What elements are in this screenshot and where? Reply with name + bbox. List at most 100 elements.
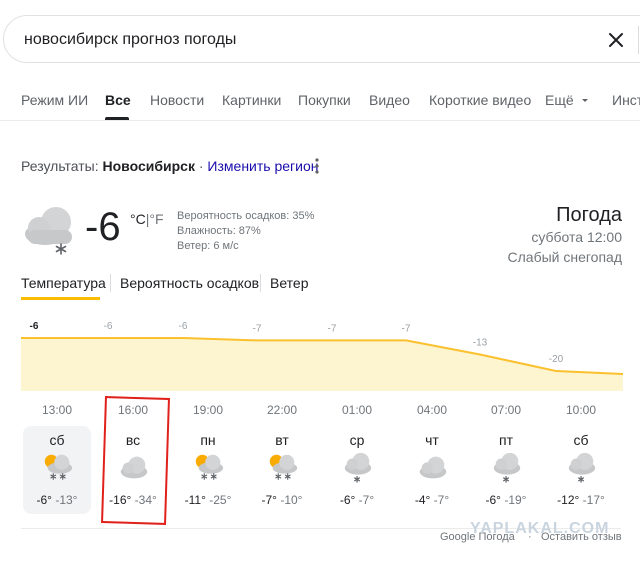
day-low: -7° [433,493,450,507]
tab-more-label: Ещё [545,92,574,108]
day-forecast-card[interactable]: сб -12° -17° [547,426,615,514]
unit-fahrenheit[interactable]: °F [149,211,163,227]
annotation-box [101,396,170,525]
wind: Ветер: 6 м/с [177,240,239,252]
day-name: чт [425,432,439,448]
precipitation-probability: Вероятность осадков: 35% [177,210,315,222]
cloud-snow-icon [568,452,596,483]
weather-title: Погода [556,204,622,226]
humidity: Влажность: 87% [177,225,261,237]
chart-value-label: -6 [30,321,39,332]
weather-details: Вероятность осадков: 35% Влажность: 87% … [177,209,314,254]
day-temps: -7° -10° [248,493,316,507]
chart-time-label: 10:00 [565,403,597,417]
results-prefix: Результаты: [21,158,99,174]
day-temps: -6° -19° [472,493,540,507]
results-separator: · [194,158,208,174]
day-forecast-card[interactable]: вт -7° -10° [248,426,316,514]
day-high: -6° [339,493,356,507]
chart-value-label: -13 [473,338,488,349]
metric-tabs: Температура Вероятность осадков Ветер [0,272,640,302]
tab-shopping[interactable]: Покупки [298,92,351,108]
tab-short-video[interactable]: Короткие видео [429,92,531,108]
weather-summary: Погода суббота 12:00 Слабый снегопад [508,204,623,267]
weather-time: суббота 12:00 [531,229,622,245]
day-forecast-card[interactable]: чт -4° -7° [398,426,466,514]
search-input[interactable]: новосибирск прогноз погоды [24,31,236,49]
chart-value-label: -7 [402,323,411,334]
close-icon[interactable] [605,29,627,51]
tab-temperature[interactable]: Температура [21,275,106,291]
day-temps: -11° -25° [174,493,242,507]
tab-more[interactable]: Ещё [545,92,590,108]
day-high: -6° [36,493,52,507]
day-low: -10° [280,493,303,507]
metric-tab-active-indicator [21,297,100,300]
weather-condition: Слабый снегопад [507,249,623,265]
chart-time-label: 01:00 [341,403,373,417]
chart-time-label: 19:00 [192,403,224,417]
results-location: Результаты: Новосибирск · Изменить регио… [21,158,318,174]
tab-images[interactable]: Картинки [222,92,281,108]
sun-cloud-snow-icon [44,454,73,480]
chevron-down-icon [581,99,588,102]
day-name: сб [49,432,65,448]
metric-tab-separator [260,274,261,292]
chart-value-label: -6 [179,321,188,332]
cloud-snow-icon [344,452,372,483]
day-name: ср [349,432,365,448]
search-tabs: Режим ИИ Все Новости Картинки Покупки Ви… [0,88,640,120]
tab-precipitation[interactable]: Вероятность осадков [120,275,259,291]
unit-toggle: °C|°F [130,211,164,227]
change-region-link[interactable]: Изменить регион [207,158,318,174]
search-divider [638,26,639,54]
chart-value-label: -20 [549,354,564,365]
day-name: вт [275,432,289,448]
day-name: сб [573,432,589,448]
results-city: Новосибирск [102,158,195,174]
day-high: -12° [557,493,580,507]
tab-wind[interactable]: Ветер [270,275,309,291]
day-low: -17° [582,493,605,507]
more-options-icon[interactable] [312,157,322,175]
day-forecast-card[interactable]: сб -6° -13° [23,426,91,514]
chart-time-label: 07:00 [490,403,522,417]
day-low: -25° [209,493,232,507]
day-temps: -6° -13° [23,493,91,507]
day-high: -11° [184,493,206,507]
metric-tab-separator [110,274,111,292]
sun-cloud-snow-icon [195,454,224,480]
tab-video[interactable]: Видео [369,92,410,108]
tabs-divider [0,120,640,121]
cloud-icon [419,456,447,479]
chart-time-label: 13:00 [41,403,73,417]
chart-time-label: 22:00 [266,403,298,417]
search-bar[interactable]: новосибирск прогноз погоды [3,15,640,63]
day-temps: -4° -7° [398,493,466,507]
day-low: -7° [358,493,375,507]
day-temps: -12° -17° [547,493,615,507]
temperature-chart: -6 -6 -6 -7 -7 -7 -13 -20 [21,321,624,391]
day-name: пт [499,432,513,448]
current-temperature: -6 [85,205,121,249]
unit-celsius[interactable]: °C [130,211,146,227]
chart-value-label: -6 [104,321,113,332]
day-low: -13° [55,493,78,507]
day-forecast-card[interactable]: ср -6° -7° [323,426,391,514]
cloud-snow-icon [25,207,72,255]
day-forecast-card[interactable]: пт -6° -19° [472,426,540,514]
cloud-snow-icon [493,452,521,483]
chart-value-label: -7 [328,323,337,334]
sun-cloud-snow-icon [269,454,298,480]
day-forecast-card[interactable]: пн -11° -25° [174,426,242,514]
day-temps: -6° -7° [323,493,391,507]
chart-value-label: -7 [253,323,262,334]
tab-all[interactable]: Все [105,92,131,108]
day-high: -4° [414,493,431,507]
watermark: YAPLAKAL.COM [470,520,610,537]
day-high: -7° [261,493,277,507]
tab-ai-mode[interactable]: Режим ИИ [21,92,88,108]
tab-news[interactable]: Новости [150,92,204,108]
tab-tools[interactable]: Инст [612,92,640,108]
chart-area [21,338,623,391]
